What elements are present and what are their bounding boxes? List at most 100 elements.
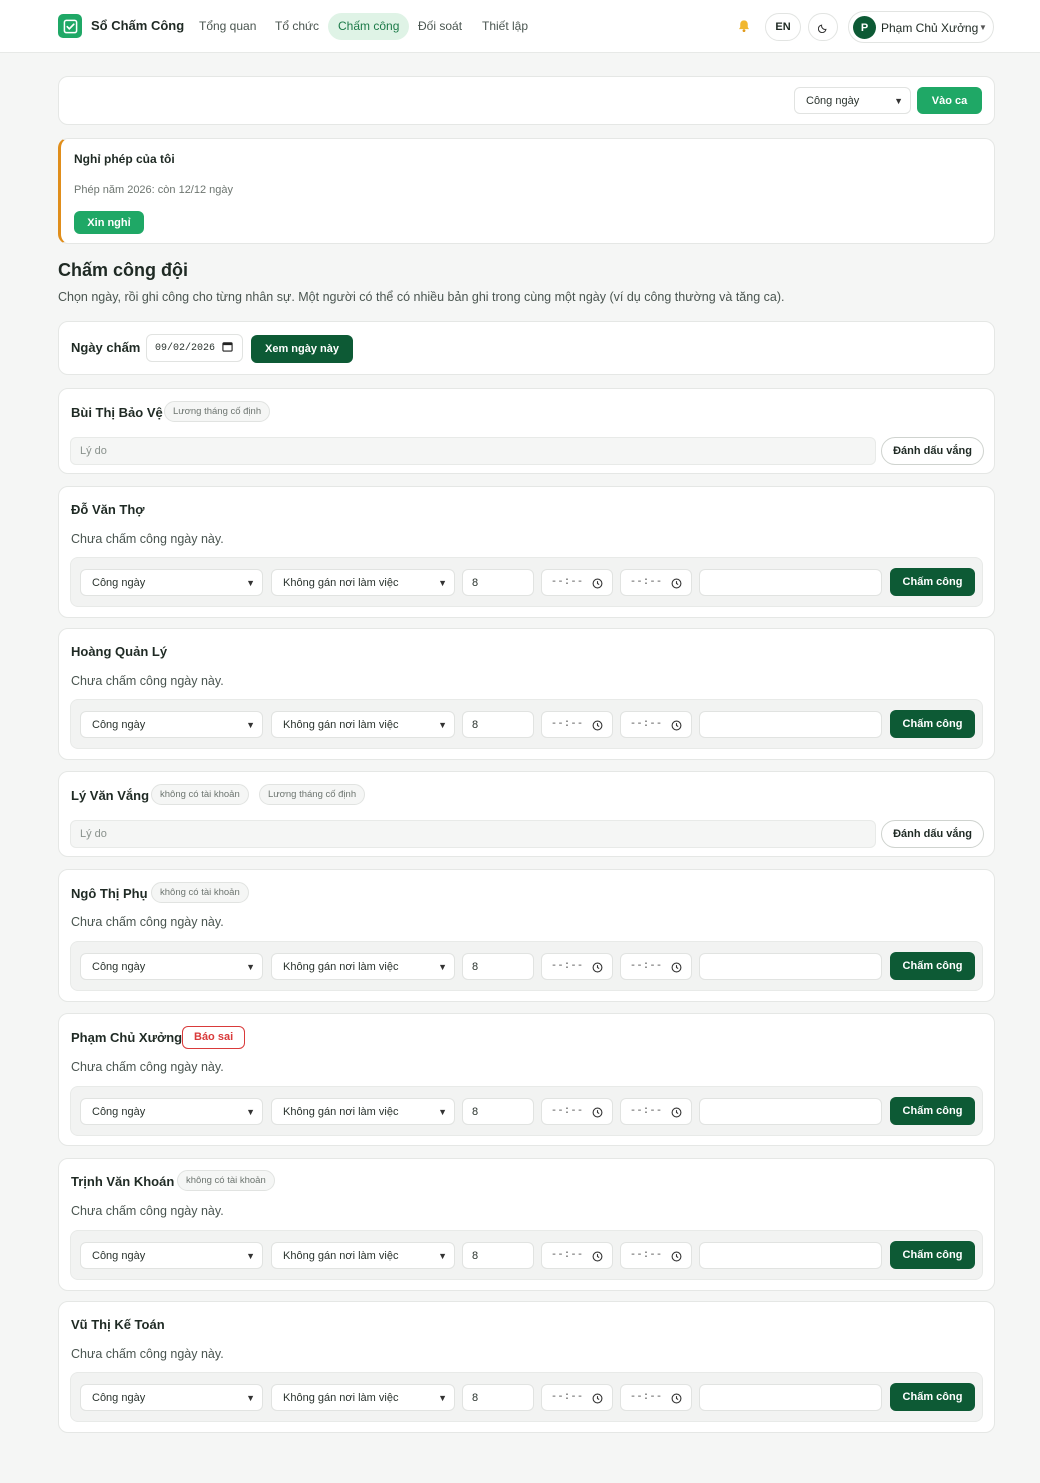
note-input[interactable] [699, 953, 882, 980]
theme-toggle-button[interactable] [808, 13, 838, 41]
view-date-button[interactable]: Xem ngày này [251, 335, 353, 363]
attendance-status: Chưa chấm công ngày này. [71, 1204, 224, 1218]
brand-logo-icon[interactable] [58, 14, 82, 38]
brand-name[interactable]: Sổ Chấm Công [91, 18, 184, 33]
nav-item-reconciliation[interactable]: Đối soát [408, 13, 472, 40]
end-time-input[interactable]: --:-- [620, 953, 692, 980]
start-time-input[interactable]: --:-- [541, 569, 613, 596]
note-input[interactable] [699, 1242, 882, 1269]
workplace-select-input[interactable]: Không gán nơi làm việc [271, 569, 455, 596]
end-time-input[interactable]: --:-- [620, 1098, 692, 1125]
note-input[interactable] [699, 1384, 882, 1411]
workplace-select[interactable]: Không gán nơi làm việc ▼ [271, 1384, 455, 1411]
team-attendance-title: Chấm công đội [58, 260, 188, 280]
workplace-select[interactable]: Không gán nơi làm việc ▼ [271, 1242, 455, 1269]
shift-type-select[interactable]: Công ngày ▼ [80, 569, 263, 596]
submit-attendance-button[interactable]: Chấm công [890, 1097, 975, 1125]
time-placeholder: --:-- [630, 1250, 663, 1261]
nav-item-settings[interactable]: Thiết lập [472, 13, 538, 40]
shift-type-select[interactable]: Công ngày ▼ [80, 1242, 263, 1269]
shift-type-select-input[interactable]: Công ngày [80, 953, 263, 980]
workplace-select-input[interactable]: Không gán nơi làm việc [271, 1242, 455, 1269]
workplace-select[interactable]: Không gán nơi làm việc ▼ [271, 953, 455, 980]
attendance-status: Chưa chấm công ngày này. [71, 674, 224, 688]
language-toggle-button[interactable]: EN [765, 13, 801, 41]
workplace-select[interactable]: Không gán nơi làm việc ▼ [271, 1098, 455, 1125]
attendance-status: Chưa chấm công ngày này. [71, 1347, 224, 1361]
start-time-input[interactable]: --:-- [541, 1242, 613, 1269]
time-placeholder: --:-- [551, 961, 584, 972]
bell-icon[interactable] [734, 16, 754, 36]
workplace-select-input[interactable]: Không gán nơi làm việc [271, 953, 455, 980]
attendance-entry-row: Công ngày▼ Không gán nơi làm việc▼ --:--… [70, 1230, 983, 1280]
start-time-input[interactable]: --:-- [541, 953, 613, 980]
leave-title: Nghỉ phép của tôi [74, 152, 175, 166]
mark-absent-button[interactable]: Đánh dấu vắng [881, 820, 984, 848]
submit-attendance-button[interactable]: Chấm công [890, 710, 975, 738]
shift-type-select-input[interactable]: Công ngày [80, 569, 263, 596]
shift-type-select-input[interactable]: Công ngày [80, 711, 263, 738]
submit-attendance-button[interactable]: Chấm công [890, 568, 975, 596]
nav-item-attendance[interactable]: Chấm công [328, 13, 410, 40]
start-time-input[interactable]: --:-- [541, 1384, 613, 1411]
clock-in-button[interactable]: Vào ca [917, 87, 982, 114]
clock-icon [592, 962, 603, 973]
shift-type-select[interactable]: Công ngày ▼ [794, 87, 911, 114]
end-time-input[interactable]: --:-- [620, 1242, 692, 1269]
shift-type-select-input[interactable]: Công ngày [794, 87, 911, 114]
attendance-entry-row: Công ngày▼ Không gán nơi làm việc▼ --:--… [70, 699, 983, 749]
shift-type-select-input[interactable]: Công ngày [80, 1242, 263, 1269]
workplace-select-input[interactable]: Không gán nơi làm việc [271, 1384, 455, 1411]
workplace-select[interactable]: Không gán nơi làm việc ▼ [271, 569, 455, 596]
hours-input[interactable] [462, 953, 534, 980]
report-wrong-button[interactable]: Báo sai [182, 1026, 246, 1049]
note-input[interactable] [699, 711, 882, 738]
leave-balance: Phép năm 2026: còn 12/12 ngày [74, 184, 234, 196]
hours-input[interactable] [462, 1242, 534, 1269]
clock-icon [671, 578, 682, 589]
start-time-input[interactable]: --:-- [541, 1098, 613, 1125]
submit-attendance-button[interactable]: Chấm công [890, 1241, 975, 1269]
calendar-icon[interactable] [222, 341, 233, 352]
hours-input[interactable] [462, 711, 534, 738]
employee-card: Trịnh Văn Khoán không có tài khoản Chưa … [58, 1158, 995, 1291]
shift-type-select[interactable]: Công ngày ▼ [80, 1384, 263, 1411]
end-time-input[interactable]: --:-- [620, 1384, 692, 1411]
workplace-select-input[interactable]: Không gán nơi làm việc [271, 711, 455, 738]
reason-input[interactable] [70, 820, 876, 848]
shift-type-select[interactable]: Công ngày ▼ [80, 1098, 263, 1125]
mark-absent-button[interactable]: Đánh dấu vắng [881, 437, 984, 465]
shift-type-select[interactable]: Công ngày ▼ [80, 711, 263, 738]
workplace-select-input[interactable]: Không gán nơi làm việc [271, 1098, 455, 1125]
date-label: Ngày chấm [71, 340, 141, 355]
team-attendance-description: Chọn ngày, rồi ghi công cho từng nhân sự… [58, 290, 785, 304]
time-placeholder: --:-- [551, 577, 584, 588]
submit-attendance-button[interactable]: Chấm công [890, 952, 975, 980]
note-input[interactable] [699, 569, 882, 596]
reason-input[interactable] [70, 437, 876, 465]
employee-card: Ngô Thị Phụ không có tài khoản Chưa chấm… [58, 869, 995, 1002]
nav-item-organization[interactable]: Tổ chức [265, 13, 329, 40]
end-time-input[interactable]: --:-- [620, 711, 692, 738]
clock-icon [671, 1251, 682, 1262]
my-leave-card: Nghỉ phép của tôi Phép năm 2026: còn 12/… [58, 138, 995, 244]
avatar: P [853, 16, 876, 39]
start-time-input[interactable]: --:-- [541, 711, 613, 738]
workplace-select[interactable]: Không gán nơi làm việc ▼ [271, 711, 455, 738]
hours-input[interactable] [462, 1098, 534, 1125]
hours-input[interactable] [462, 1384, 534, 1411]
hours-input[interactable] [462, 569, 534, 596]
user-menu-button[interactable]: P Phạm Chủ Xưởng ▼ [848, 11, 994, 43]
nav-item-overview[interactable]: Tổng quan [189, 13, 266, 40]
shift-type-select[interactable]: Công ngày ▼ [80, 953, 263, 980]
request-leave-button[interactable]: Xin nghỉ [74, 211, 144, 234]
note-input[interactable] [699, 1098, 882, 1125]
shift-type-select-input[interactable]: Công ngày [80, 1098, 263, 1125]
employee-card: Lý Văn Vắng không có tài khoản Lương thá… [58, 771, 995, 857]
submit-attendance-button[interactable]: Chấm công [890, 1383, 975, 1411]
employee-name: Lý Văn Vắng [71, 788, 150, 803]
time-placeholder: --:-- [630, 961, 663, 972]
shift-type-select-input[interactable]: Công ngày [80, 1384, 263, 1411]
employee-name: Hoàng Quản Lý [71, 644, 168, 659]
end-time-input[interactable]: --:-- [620, 569, 692, 596]
